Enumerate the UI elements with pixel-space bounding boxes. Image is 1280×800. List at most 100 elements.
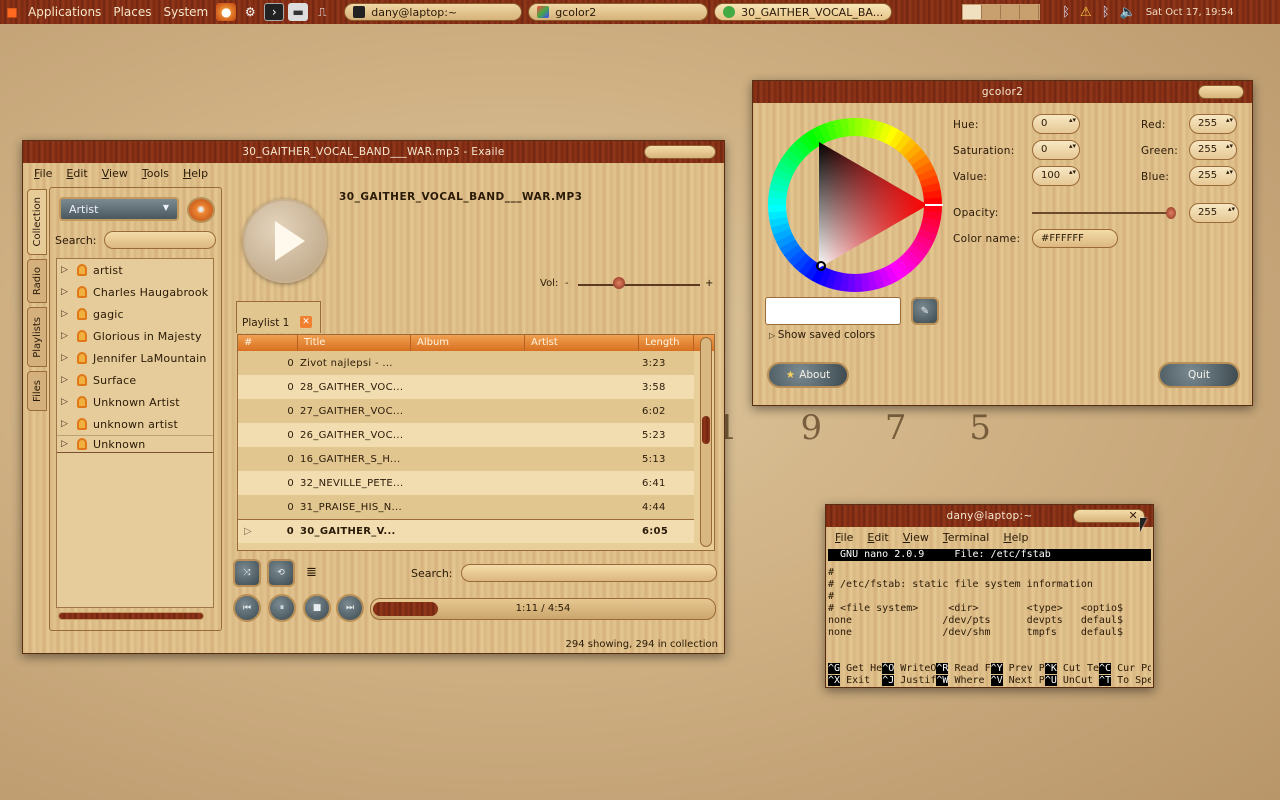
tree-item[interactable]: ▷ artist — [57, 259, 213, 281]
bluetooth-icon[interactable]: ᛒ — [1062, 5, 1070, 20]
show-saved-colors-expander[interactable]: ▷ Show saved colors — [769, 329, 875, 341]
terminal-titlebar[interactable]: dany@laptop:~ ✕ — [826, 505, 1153, 527]
exaile-titlebar[interactable]: 30_GAITHER_VOCAL_BAND___WAR.mp3 - Exaile — [23, 141, 724, 163]
refresh-icon[interactable]: ✺ — [187, 197, 215, 223]
settings-icon[interactable]: ⚙ — [240, 3, 260, 21]
table-row[interactable]: 0 16_GAITHER_S_H... 5:13 — [238, 447, 694, 471]
menu-help[interactable]: Help — [176, 167, 215, 180]
opacity-slider[interactable] — [1032, 212, 1174, 214]
ubuntu-logo-icon[interactable]: ■ — [2, 3, 22, 21]
table-row[interactable]: 0 32_NEVILLE_PETE... 6:41 — [238, 471, 694, 495]
bluetooth-icon[interactable]: ᛒ — [1102, 5, 1110, 20]
playlist-scrollbar[interactable] — [700, 337, 712, 547]
shuffle-button[interactable]: ⤨ — [233, 559, 261, 587]
view-select[interactable]: Artist ▼ — [59, 197, 179, 221]
tree-item-selected[interactable]: ▷ Unknown — [57, 435, 213, 453]
tree-item[interactable]: ▷ unknown artist — [57, 413, 213, 435]
close-tab-icon[interactable]: ✕ — [300, 316, 312, 328]
queue-icon[interactable]: ≣ — [306, 565, 317, 580]
menu-file[interactable]: File — [828, 531, 860, 544]
menu-edit[interactable]: Edit — [860, 531, 895, 544]
color-picker-icon — [537, 6, 550, 18]
table-row[interactable]: 0 27_GAITHER_VOC... 6:02 — [238, 399, 694, 423]
window-controls[interactable]: ✕ — [1073, 509, 1145, 523]
quit-button[interactable]: Quit — [1158, 362, 1240, 388]
tree-item[interactable]: ▷ Jennifer LaMountain — [57, 347, 213, 369]
terminal-icon[interactable]: › — [264, 3, 285, 21]
next-button[interactable]: ⏭ — [336, 594, 364, 622]
color-wheel[interactable] — [765, 115, 945, 295]
tab-collection[interactable]: Collection — [27, 189, 47, 255]
gcolor2-titlebar[interactable]: gcolor2 — [753, 81, 1252, 103]
network-icon[interactable]: ⎍ — [312, 3, 332, 21]
system-menu[interactable]: System — [157, 5, 214, 19]
clock[interactable]: Sat Oct 17, 19:54 — [1146, 7, 1234, 18]
previous-button[interactable]: ⏮ — [233, 594, 261, 622]
pause-button[interactable]: ⏸ — [268, 594, 296, 622]
hue-spinner[interactable]: 0 — [1032, 114, 1080, 134]
column-num[interactable]: # — [238, 335, 298, 351]
blue-spinner[interactable]: 255 — [1189, 166, 1237, 186]
tree-item[interactable]: ▷ gagic — [57, 303, 213, 325]
volume-knob[interactable] — [613, 277, 625, 289]
play-button[interactable] — [243, 199, 327, 283]
tab-files[interactable]: Files — [27, 371, 47, 411]
menu-file[interactable]: File — [27, 167, 59, 180]
terminal-screen[interactable]: GNU nano 2.0.9 File: /etc/fstab # # /etc… — [828, 549, 1151, 687]
saturation-spinner[interactable]: 0 — [1032, 140, 1080, 160]
volume-slider[interactable] — [578, 284, 700, 286]
repeat-button[interactable]: ⟲ — [267, 559, 295, 587]
tree-item[interactable]: ▷ Charles Haugabrook — [57, 281, 213, 303]
collection-search-input[interactable] — [104, 231, 216, 249]
menu-help[interactable]: Help — [996, 531, 1035, 544]
green-spinner[interactable]: 255 — [1189, 140, 1237, 160]
table-row-playing[interactable]: ▷ 0 30_GAITHER_V... 6:05 — [238, 519, 694, 543]
stop-button[interactable]: ■ — [303, 594, 331, 622]
window-controls[interactable] — [644, 145, 716, 159]
close-icon[interactable]: ✕ — [1128, 509, 1138, 522]
update-alert-icon[interactable]: ⚠ — [1080, 5, 1092, 20]
column-album[interactable]: Album — [411, 335, 525, 351]
menu-view[interactable]: View — [95, 167, 135, 180]
places-menu[interactable]: Places — [107, 5, 157, 19]
tab-playlists[interactable]: Playlists — [27, 307, 47, 367]
task-terminal[interactable]: dany@laptop:~ — [344, 3, 523, 21]
expand-icon: ▷ — [61, 419, 69, 429]
playlist-tab[interactable]: Playlist 1 ✕ — [236, 301, 321, 333]
playlist-search-input[interactable] — [461, 564, 717, 582]
opacity-field[interactable]: 255 — [1189, 203, 1239, 223]
red-spinner[interactable]: 255 — [1189, 114, 1237, 134]
drive-icon[interactable]: ▬ — [288, 3, 309, 21]
nano-shortcuts-2: ^X Exit ^J Justif^W Where ^V Next P^U Un… — [828, 675, 1151, 687]
tree-item[interactable]: ▷ Surface — [57, 369, 213, 391]
table-row[interactable]: 0 31_PRAISE_HIS_N... 4:44 — [238, 495, 694, 519]
task-gcolor2[interactable]: gcolor2 — [528, 3, 709, 21]
table-row[interactable]: 0 28_GAITHER_VOC... 3:58 — [238, 375, 694, 399]
menu-tools[interactable]: Tools — [135, 167, 176, 180]
horizontal-scrollbar[interactable] — [58, 612, 204, 620]
tab-radio[interactable]: Radio — [27, 259, 47, 303]
column-artist[interactable]: Artist — [525, 335, 639, 351]
workspace-switcher[interactable] — [962, 4, 1041, 20]
column-length[interactable]: Length — [639, 335, 694, 351]
progress-bar[interactable]: 1:11 / 4:54 — [370, 598, 716, 620]
scrollbar-thumb[interactable] — [702, 416, 710, 444]
task-exaile[interactable]: 30_GAITHER_VOCAL_BA... — [714, 3, 893, 21]
table-row[interactable]: 0 26_GAITHER_VOC... 5:23 — [238, 423, 694, 447]
opacity-knob[interactable] — [1166, 207, 1176, 219]
menu-edit[interactable]: Edit — [59, 167, 94, 180]
tree-item[interactable]: ▷ Glorious in Majesty — [57, 325, 213, 347]
eyedropper-icon[interactable]: ✎ — [911, 297, 939, 325]
volume-icon[interactable]: 🔈 — [1120, 5, 1136, 20]
window-controls[interactable] — [1198, 85, 1244, 99]
column-title[interactable]: Title — [298, 335, 411, 351]
tree-item[interactable]: ▷ Unknown Artist — [57, 391, 213, 413]
menu-view[interactable]: View — [896, 531, 936, 544]
color-name-input[interactable]: #FFFFFF — [1032, 229, 1118, 248]
menu-terminal[interactable]: Terminal — [936, 531, 997, 544]
value-spinner[interactable]: 100 — [1032, 166, 1080, 186]
table-row[interactable]: 0 Zivot najlepsi - ... 3:23 — [238, 351, 694, 375]
applications-menu[interactable]: Applications — [24, 5, 107, 19]
about-button[interactable]: ★ About — [767, 362, 849, 388]
firefox-icon[interactable]: ● — [216, 3, 237, 21]
